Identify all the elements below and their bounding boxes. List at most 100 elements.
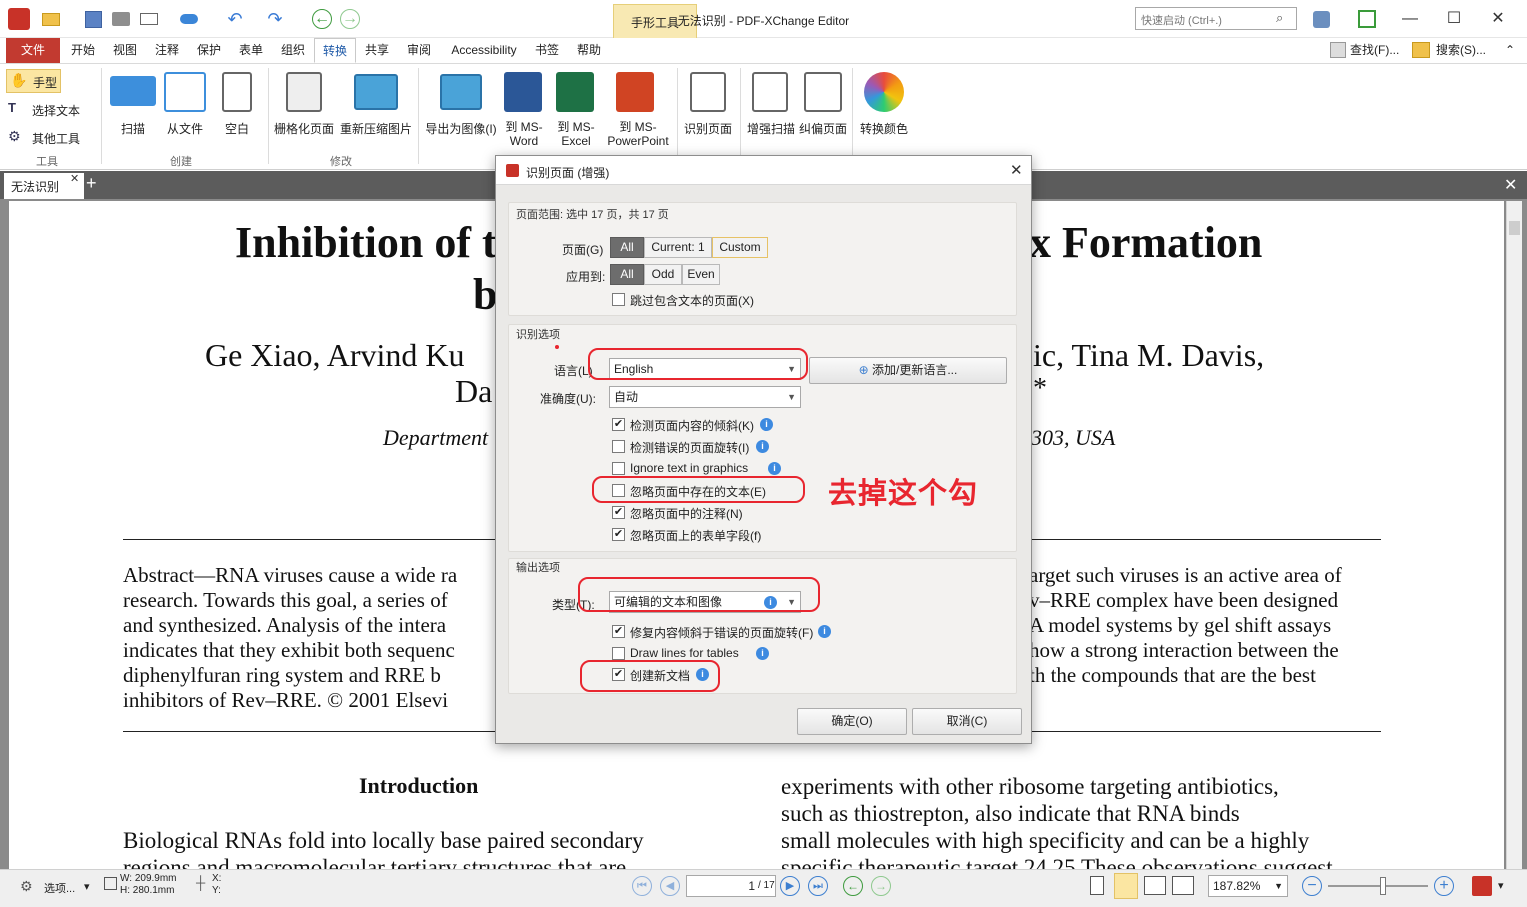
quick-launch-input[interactable]: 快速启动 (Ctrl+.)	[1135, 7, 1297, 30]
pdf-icon[interactable]	[1472, 876, 1492, 896]
scroll-thumb[interactable]	[1509, 221, 1520, 235]
collapse-ribbon-icon[interactable]: ⌃	[1500, 38, 1520, 63]
detect-skew-checkbox[interactable]: ✔	[612, 418, 625, 431]
to-ppt-button[interactable]: 到 MS- PowerPoint	[602, 120, 674, 148]
close-icon[interactable]: ✕	[1478, 6, 1518, 32]
chevron-down-icon[interactable]: ▾	[84, 880, 90, 893]
new-tab-icon[interactable]: +	[86, 173, 97, 194]
recompress-button[interactable]: 重新压缩图片	[338, 120, 414, 137]
apply-odd[interactable]: Odd	[644, 264, 682, 285]
ok-button[interactable]: 确定(O)	[797, 708, 907, 735]
menu-protect[interactable]: 保护	[192, 38, 226, 63]
select-text-button[interactable]: 选择文本	[32, 102, 80, 119]
info-icon[interactable]: i	[818, 625, 831, 638]
ignore-annotations-checkbox[interactable]: ✔	[612, 506, 625, 519]
zoom-slider[interactable]	[1328, 885, 1428, 887]
apply-even[interactable]: Even	[682, 264, 720, 285]
menu-organize[interactable]: 组织	[276, 38, 310, 63]
zoom-out-icon[interactable]: −	[1302, 876, 1322, 896]
fullscreen-icon[interactable]	[1356, 8, 1378, 30]
next-page-icon[interactable]: ▶	[780, 876, 800, 896]
menu-bookmark[interactable]: 书签	[530, 38, 564, 63]
info-icon[interactable]: i	[760, 418, 773, 431]
pages-custom[interactable]: Custom	[712, 237, 768, 258]
close-document-icon[interactable]: ✕	[1504, 175, 1517, 195]
scanner-icon	[110, 76, 156, 106]
rasterize-button[interactable]: 栅格化页面	[272, 120, 336, 137]
export-image-button[interactable]: 导出为图像(I)	[424, 120, 498, 137]
forward-view-icon[interactable]: →	[871, 876, 891, 896]
info-icon[interactable]: i	[768, 462, 781, 475]
page-number: 1	[748, 879, 755, 893]
ignore-graphics-text-checkbox[interactable]	[612, 462, 625, 475]
from-file-icon	[164, 72, 206, 112]
blank-page-button[interactable]: 空白	[214, 120, 260, 137]
chevron-down-icon[interactable]: ▾	[1498, 879, 1504, 892]
other-tools-button[interactable]: 其他工具	[32, 130, 80, 147]
cursor-x: X:	[212, 873, 222, 884]
tab-close-icon[interactable]: ✕	[70, 172, 79, 185]
options-button[interactable]: 选项...	[44, 880, 75, 896]
menu-view[interactable]: 视图	[108, 38, 142, 63]
apply-all[interactable]: All	[610, 264, 644, 285]
last-page-icon[interactable]: ⏭	[808, 876, 828, 896]
facing-page-icon[interactable]	[1144, 876, 1166, 895]
find-button[interactable]: 查找(F)...	[1350, 38, 1408, 63]
skip-text-checkbox[interactable]	[612, 293, 625, 306]
detect-rotation-checkbox[interactable]	[612, 440, 625, 453]
menu-file[interactable]: 文件	[6, 38, 60, 63]
dialog-close-icon[interactable]: ✕	[1010, 161, 1023, 179]
search-folder-icon	[1412, 42, 1430, 58]
ignore-form-fields-checkbox[interactable]: ✔	[612, 528, 625, 541]
continuous-page-icon[interactable]	[1114, 873, 1138, 899]
single-page-icon[interactable]	[1090, 876, 1104, 895]
scan-button[interactable]: 扫描	[108, 120, 158, 137]
zoom-slider-thumb[interactable]	[1380, 877, 1386, 895]
ocr-button[interactable]: 识别页面	[680, 120, 736, 137]
first-page-icon[interactable]: ⏮	[632, 876, 652, 896]
search-button[interactable]: 搜索(S)...	[1436, 38, 1490, 63]
dialog-app-icon	[506, 164, 519, 177]
abstract-line: indicates that they exhibit both sequenc	[123, 638, 455, 662]
info-icon[interactable]: i	[756, 647, 769, 660]
group-label-modify: 修改	[330, 156, 352, 168]
draw-table-lines-checkbox[interactable]	[612, 647, 625, 660]
annotation-dot	[555, 345, 559, 349]
menu-comment[interactable]: 注释	[150, 38, 184, 63]
menu-form[interactable]: 表单	[234, 38, 268, 63]
menu-review[interactable]: 审阅	[402, 38, 436, 63]
convert-color-button[interactable]: 转换颜色	[856, 120, 912, 137]
menu-accessibility[interactable]: Accessibility	[446, 38, 522, 63]
menu-home[interactable]: 开始	[66, 38, 100, 63]
menu-convert[interactable]: 转换	[314, 38, 356, 63]
vertical-scrollbar[interactable]	[1506, 201, 1522, 869]
maximize-icon[interactable]: ☐	[1434, 6, 1474, 32]
minimize-icon[interactable]: —	[1390, 6, 1430, 32]
back-view-icon[interactable]: ←	[843, 876, 863, 896]
zoom-select[interactable]: 187.82% ▼	[1208, 875, 1288, 897]
paper-title-left: Inhibition of t	[235, 218, 497, 267]
abstract-left: Abstract—RNA viruses cause a wide ra res…	[123, 563, 457, 713]
add-language-button[interactable]: ⊕ 添加/更新语言...	[809, 357, 1007, 384]
cancel-button[interactable]: 取消(C)	[912, 708, 1022, 735]
menu-share[interactable]: 共享	[360, 38, 394, 63]
ribbon-separator	[677, 68, 678, 164]
pages-all[interactable]: All	[610, 237, 644, 258]
info-icon[interactable]: i	[756, 440, 769, 453]
to-word-button[interactable]: 到 MS- Word	[500, 120, 548, 148]
to-excel-button[interactable]: 到 MS- Excel	[552, 120, 600, 148]
prev-page-icon[interactable]: ◀	[660, 876, 680, 896]
settings-icon[interactable]	[1310, 8, 1332, 30]
pages-current[interactable]: Current: 1	[644, 237, 712, 258]
menu-help[interactable]: 帮助	[572, 38, 606, 63]
intro-heading: Introduction	[359, 773, 479, 798]
deskew-button[interactable]: 纠偏页面	[796, 120, 850, 137]
recompress-icon	[354, 74, 398, 110]
from-file-button[interactable]: 从文件	[160, 120, 210, 137]
fix-rotation-checkbox[interactable]: ✔	[612, 625, 625, 638]
accuracy-select[interactable]: 自动 ▼	[609, 386, 801, 408]
select-text-icon: T	[8, 100, 16, 115]
enhance-scan-button[interactable]: 增强扫描	[744, 120, 798, 137]
continuous-facing-icon[interactable]	[1172, 876, 1194, 895]
zoom-in-icon[interactable]: +	[1434, 876, 1454, 896]
